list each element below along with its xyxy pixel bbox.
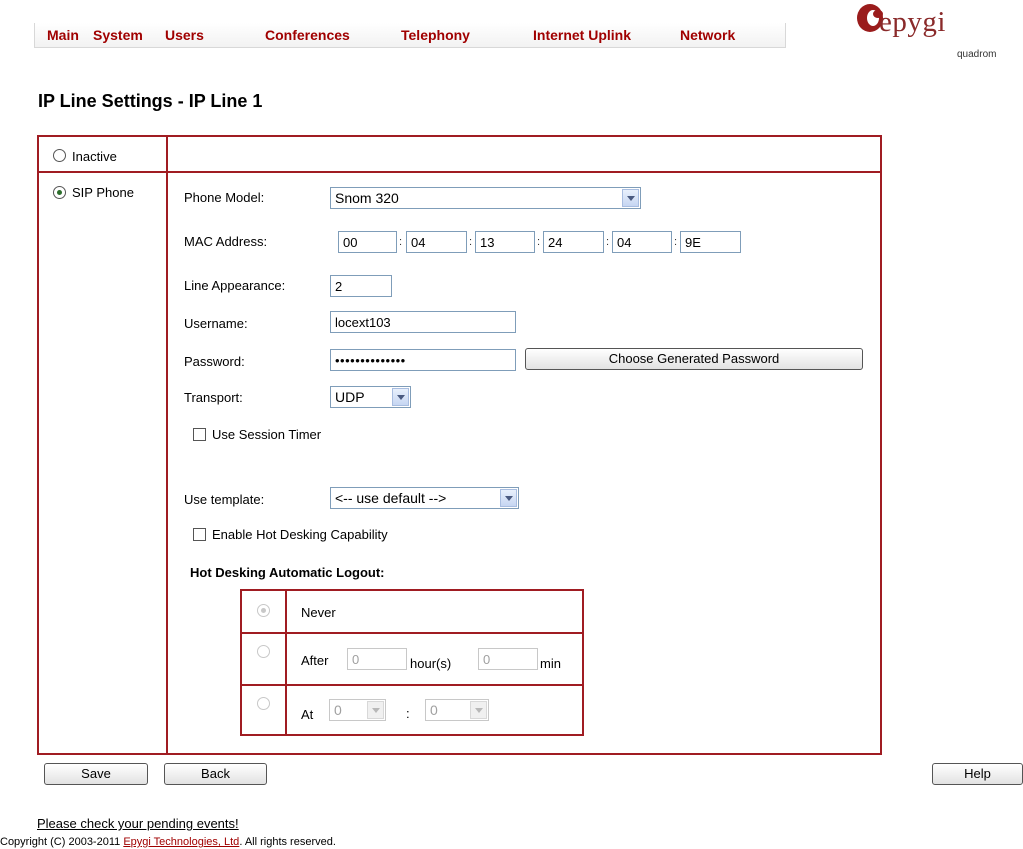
logout-hours-unit: hour(s) [410,656,452,671]
phone-model-label: Phone Model: [184,190,265,205]
phone-model-select[interactable]: Snom 320 [330,187,641,209]
mac-octet-4[interactable] [543,231,604,253]
chevron-down-icon [367,701,384,719]
use-session-timer-checkbox[interactable] [193,428,206,441]
logout-never-radio[interactable] [257,604,270,617]
save-button[interactable]: Save [44,763,148,785]
username-label: Username: [184,316,248,331]
mac-separator: : [537,236,541,248]
help-button[interactable]: Help [932,763,1023,785]
company-link[interactable]: Epygi Technologies, Ltd [123,836,239,848]
mode-column-divider [166,135,168,755]
logout-at-radio[interactable] [257,697,270,710]
page-title: IP Line Settings - IP Line 1 [38,91,263,111]
use-session-timer-label: Use Session Timer [212,427,322,442]
line-appearance-label: Line Appearance: [184,278,286,293]
hot-desking-logout-title: Hot Desking Automatic Logout: [190,565,385,580]
nav-system[interactable]: System [93,27,143,43]
logout-at-label: At [301,707,314,722]
logout-at-separator: : [406,706,410,721]
nav-users[interactable]: Users [165,27,204,43]
mac-separator: : [606,236,610,248]
username-input[interactable] [330,311,516,333]
password-input[interactable] [330,349,516,371]
logout-after-hours-input[interactable] [347,648,407,670]
mac-octet-3[interactable] [475,231,535,253]
transport-select[interactable]: UDP [330,386,411,408]
logo-subtitle: quadrom [957,49,997,60]
chevron-down-icon [392,388,409,406]
sip-phone-label: SIP Phone [72,185,134,200]
mac-octet-5[interactable] [612,231,672,253]
logout-at-hour-select[interactable]: 0 [329,699,386,721]
logout-after-radio[interactable] [257,645,270,658]
mac-separator: : [399,236,403,248]
chevron-down-icon [622,189,639,207]
top-navigation: Main System Users Conferences Telephony … [34,23,786,48]
copyright-notice: Copyright (C) 2003-2011 Epygi Technologi… [0,836,336,848]
password-label: Password: [184,354,245,369]
logout-after-label: After [301,653,329,668]
nav-network[interactable]: Network [680,27,735,43]
chevron-down-icon [470,701,487,719]
logo-wordmark: epygi [879,6,946,38]
logout-at-minute-select[interactable]: 0 [425,699,489,721]
mode-row-divider [37,171,882,173]
use-template-label: Use template: [184,492,265,507]
line-appearance-input[interactable] [330,275,392,297]
logout-column-divider [285,589,287,736]
sip-phone-radio[interactable] [53,186,66,199]
logout-at-hour-value: 0 [334,702,342,718]
use-template-value: <-- use default --> [335,490,447,506]
inactive-radio[interactable] [53,149,66,162]
use-template-select[interactable]: <-- use default --> [330,487,519,509]
choose-generated-password-button[interactable]: Choose Generated Password [525,348,863,370]
logout-row-divider [240,684,584,686]
phone-model-value: Snom 320 [335,190,399,206]
inactive-label: Inactive [72,149,117,164]
enable-hot-desking-checkbox[interactable] [193,528,206,541]
back-button[interactable]: Back [164,763,267,785]
mac-octet-6[interactable] [680,231,741,253]
enable-hot-desking-label: Enable Hot Desking Capability [212,527,388,542]
logout-row-divider [240,632,584,634]
mac-separator: : [469,236,473,248]
mac-separator: : [674,236,678,248]
mac-octet-2[interactable] [406,231,467,253]
logout-at-minute-value: 0 [430,702,438,718]
transport-value: UDP [335,389,365,405]
mac-address-label: MAC Address: [184,234,268,249]
chevron-down-icon [500,489,517,507]
nav-conferences[interactable]: Conferences [265,27,350,43]
logout-minutes-unit: min [540,656,561,671]
nav-main[interactable]: Main [47,27,79,43]
nav-telephony[interactable]: Telephony [401,27,470,43]
mac-octet-1[interactable] [338,231,397,253]
nav-internet-uplink[interactable]: Internet Uplink [533,27,631,43]
copyright-prefix: Copyright (C) 2003-2011 [0,836,121,848]
transport-label: Transport: [184,390,243,405]
copyright-suffix: . All rights reserved. [239,836,336,848]
logout-after-minutes-input[interactable] [478,648,538,670]
logout-never-label: Never [301,605,336,620]
pending-events-link[interactable]: Please check your pending events! [37,816,239,831]
